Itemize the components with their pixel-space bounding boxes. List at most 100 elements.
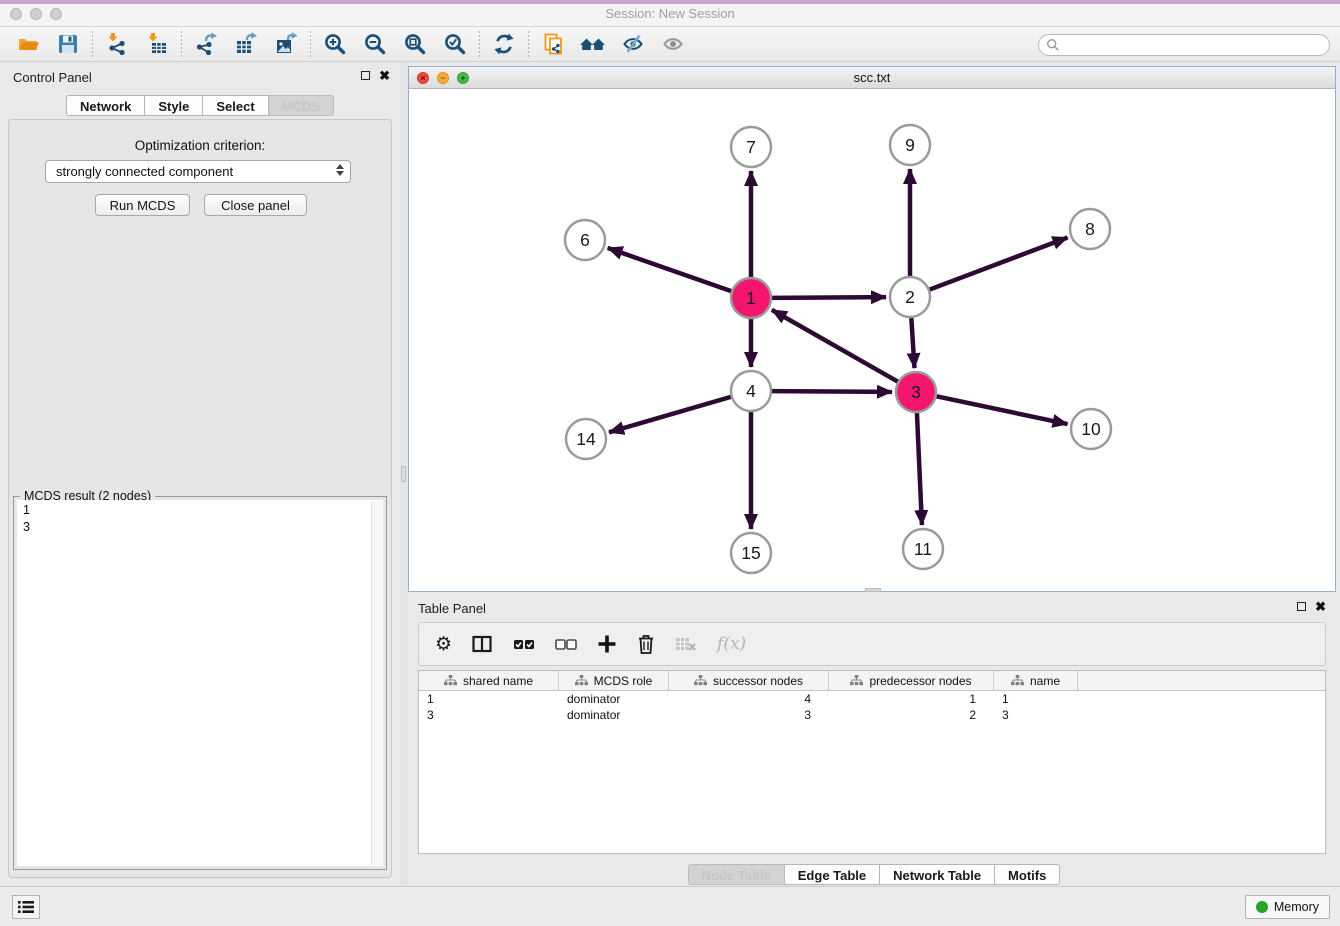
graph-node-9[interactable]: 9: [890, 125, 930, 165]
tab-edge-table[interactable]: Edge Table: [785, 864, 880, 885]
open-session-button[interactable]: [8, 29, 48, 59]
column-header-MCDS-role[interactable]: MCDS role: [559, 671, 669, 690]
network-window-titlebar[interactable]: × − + scc.txt: [409, 67, 1335, 89]
tab-mcds[interactable]: MCDS: [269, 95, 334, 116]
graph-node-1[interactable]: 1: [731, 278, 771, 318]
graph-edge-3-11[interactable]: [917, 413, 922, 525]
float-table-panel-icon[interactable]: [1297, 602, 1306, 611]
save-session-button[interactable]: [48, 29, 88, 59]
column-header-successor-nodes[interactable]: successor nodes: [669, 671, 829, 690]
close-panel-button[interactable]: Close panel: [204, 194, 307, 216]
table-cell[interactable]: 2: [829, 707, 994, 723]
zoom-in-button[interactable]: [315, 29, 355, 59]
close-table-panel-icon[interactable]: ✖: [1315, 601, 1326, 612]
memory-button[interactable]: Memory: [1245, 895, 1330, 919]
svg-text:15: 15: [741, 543, 760, 563]
search-box[interactable]: [1038, 34, 1330, 56]
result-scrollbar[interactable]: [371, 501, 382, 865]
graph-node-7[interactable]: 7: [731, 127, 771, 167]
clone-network-icon: [541, 32, 565, 56]
graph-node-8[interactable]: 8: [1070, 209, 1110, 249]
table-row[interactable]: 3dominator323: [419, 707, 1325, 723]
graph-edge-3-10[interactable]: [937, 396, 1068, 424]
divider-handle-icon[interactable]: [401, 466, 406, 482]
tab-node-table[interactable]: Node Table: [688, 864, 785, 885]
search-input[interactable]: [1060, 36, 1329, 54]
delete-row-button[interactable]: [637, 634, 655, 654]
window-resize-grip[interactable]: [865, 588, 881, 592]
graph-node-6[interactable]: 6: [565, 220, 605, 260]
import-network-button[interactable]: [97, 29, 137, 59]
table-row[interactable]: 1dominator411: [419, 691, 1325, 707]
select-all-rows-button[interactable]: [513, 637, 535, 651]
show-columns-button[interactable]: [472, 635, 493, 654]
import-table-button[interactable]: [137, 29, 177, 59]
attribute-tree-icon: [444, 675, 457, 686]
zoom-out-icon: [363, 32, 387, 56]
table-cell[interactable]: 4: [669, 691, 829, 707]
table-cell[interactable]: 3: [994, 707, 1078, 723]
float-panel-icon[interactable]: [361, 71, 370, 80]
table-panel: Table Panel ✖ ⚙: [408, 596, 1336, 860]
fx-icon: f(x): [717, 634, 746, 654]
column-header-shared-name[interactable]: shared name: [419, 671, 559, 690]
table-cell[interactable]: dominator: [559, 691, 669, 707]
task-history-button[interactable]: [12, 895, 40, 919]
table-cell[interactable]: dominator: [559, 707, 669, 723]
graph-edge-1-6[interactable]: [608, 248, 732, 291]
clone-network-button[interactable]: [533, 29, 573, 59]
table-cell[interactable]: 1: [829, 691, 994, 707]
hide-selected-button[interactable]: [613, 29, 653, 59]
graph-edge-2-3[interactable]: [911, 318, 914, 368]
zoom-fit-button[interactable]: [395, 29, 435, 59]
eye-icon: [661, 32, 685, 56]
export-image-button[interactable]: [266, 29, 306, 59]
graph-node-15[interactable]: 15: [731, 533, 771, 573]
apply-layout-button[interactable]: [484, 29, 524, 59]
node-table[interactable]: shared nameMCDS rolesuccessor nodesprede…: [418, 670, 1326, 854]
optimization-criterion-label: Optimization criterion:: [9, 138, 391, 153]
export-network-button[interactable]: [186, 29, 226, 59]
deselect-all-rows-button[interactable]: [555, 637, 577, 651]
criterion-dropdown[interactable]: strongly connected component: [45, 160, 351, 183]
tab-style[interactable]: Style: [145, 95, 203, 116]
graph-edge-3-1[interactable]: [772, 310, 898, 382]
graph-edge-4-3[interactable]: [772, 391, 892, 392]
tab-network[interactable]: Network: [66, 95, 145, 116]
tab-motifs[interactable]: Motifs: [995, 864, 1060, 885]
tab-network-table[interactable]: Network Table: [880, 864, 995, 885]
graph-node-14[interactable]: 14: [566, 419, 606, 459]
graph-edge-1-2[interactable]: [772, 297, 886, 298]
graph-node-10[interactable]: 10: [1071, 409, 1111, 449]
panel-divider[interactable]: [400, 62, 408, 886]
graph-node-2[interactable]: 2: [890, 277, 930, 317]
mcds-result-area[interactable]: 1 3: [17, 500, 383, 866]
network-canvas[interactable]: 7 9 6 8 1 2 4 3 14 10 15 11: [409, 89, 1335, 591]
export-table-button[interactable]: [226, 29, 266, 59]
table-cell[interactable]: 3: [419, 707, 559, 723]
zoom-in-icon: [323, 32, 347, 56]
criterion-value: strongly connected component: [56, 164, 233, 179]
zoom-out-button[interactable]: [355, 29, 395, 59]
attribute-tree-icon: [850, 675, 863, 686]
table-toolbar: ⚙: [418, 622, 1326, 666]
graph-node-4[interactable]: 4: [731, 371, 771, 411]
show-all-networks-button[interactable]: [573, 29, 613, 59]
graph-node-3[interactable]: 3: [896, 372, 936, 412]
graph-edge-4-14[interactable]: [609, 397, 731, 432]
show-hidden-button[interactable]: [653, 29, 693, 59]
run-mcds-button[interactable]: Run MCDS: [95, 194, 190, 216]
eye-slash-icon: [621, 32, 645, 56]
close-panel-icon[interactable]: ✖: [379, 70, 390, 81]
table-cell[interactable]: 1: [419, 691, 559, 707]
graph-node-11[interactable]: 11: [903, 529, 943, 569]
table-cell[interactable]: 1: [994, 691, 1078, 707]
tab-select[interactable]: Select: [203, 95, 268, 116]
add-row-button[interactable]: [597, 634, 617, 654]
table-settings-button[interactable]: ⚙: [435, 635, 452, 654]
graph-edge-2-8[interactable]: [930, 237, 1068, 289]
column-header-predecessor-nodes[interactable]: predecessor nodes: [829, 671, 994, 690]
column-header-name[interactable]: name: [994, 671, 1078, 690]
zoom-selected-button[interactable]: [435, 29, 475, 59]
table-cell[interactable]: 3: [669, 707, 829, 723]
